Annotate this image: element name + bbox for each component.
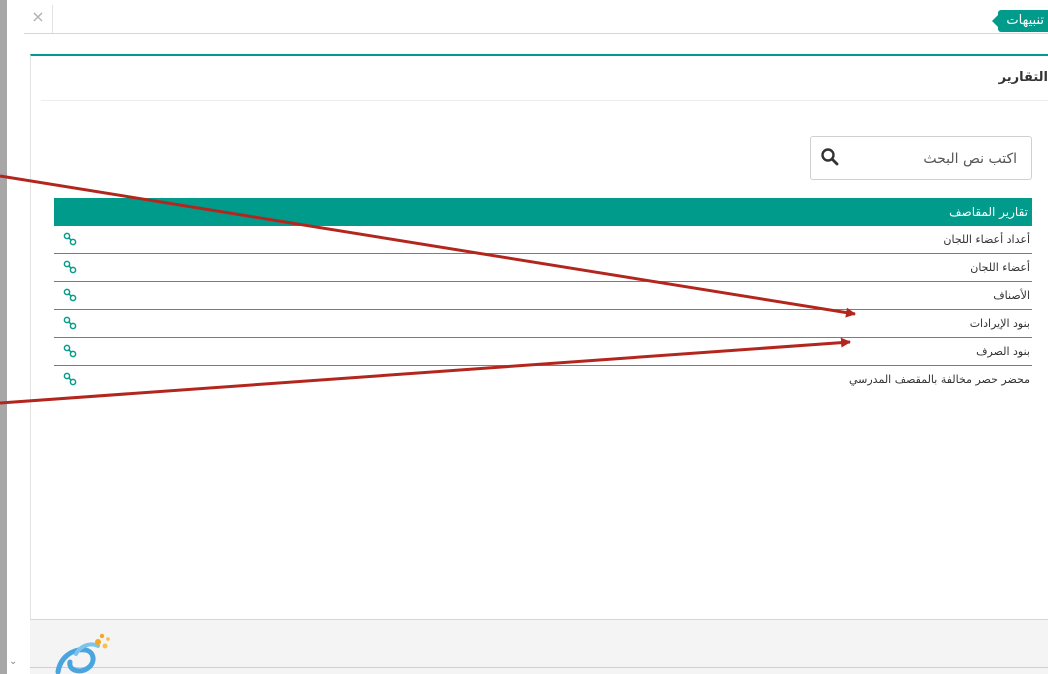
reports-table: تقارير المقاصف أعداد أعضاء اللجان أعضاء … bbox=[54, 198, 1032, 393]
row-label: أعضاء اللجان bbox=[970, 261, 1030, 274]
close-icon[interactable]: × bbox=[24, 5, 53, 33]
left-scroll-strip bbox=[0, 0, 7, 674]
link-icon[interactable] bbox=[63, 372, 77, 386]
app-logo bbox=[50, 632, 114, 674]
row-label: محضر حصر مخالفة بالمقصف المدرسي bbox=[848, 373, 1030, 386]
table-row[interactable]: بنود الصرف bbox=[54, 338, 1032, 366]
footer-divider bbox=[30, 667, 1048, 668]
link-icon[interactable] bbox=[63, 260, 77, 274]
link-icon[interactable] bbox=[63, 344, 77, 358]
link-icon[interactable] bbox=[63, 288, 77, 302]
alerts-tab[interactable]: تنبيهات bbox=[992, 10, 1048, 32]
reports-panel: التقارير تقارير المقاصف أعداد أعضاء اللج… bbox=[30, 54, 1048, 620]
table-row[interactable]: محضر حصر مخالفة بالمقصف المدرسي bbox=[54, 366, 1032, 393]
row-label: الأصناف bbox=[993, 289, 1030, 302]
search-input[interactable] bbox=[855, 145, 1019, 173]
top-divider bbox=[24, 33, 1048, 34]
footer-bar bbox=[30, 620, 1048, 674]
table-row[interactable]: بنود الإيرادات bbox=[54, 310, 1032, 338]
link-icon[interactable] bbox=[63, 232, 77, 246]
search-box bbox=[810, 136, 1032, 180]
search-icon[interactable] bbox=[820, 147, 840, 167]
page-title: التقارير bbox=[998, 70, 1048, 85]
chevron-down-icon[interactable]: ⌄ bbox=[9, 656, 17, 667]
table-header: تقارير المقاصف bbox=[54, 198, 1032, 226]
table-row[interactable]: الأصناف bbox=[54, 282, 1032, 310]
row-label: بنود الصرف bbox=[976, 345, 1030, 358]
row-label: أعداد أعضاء اللجان bbox=[943, 233, 1030, 246]
link-icon[interactable] bbox=[63, 316, 77, 330]
row-label: بنود الإيرادات bbox=[969, 317, 1030, 330]
table-row[interactable]: أعضاء اللجان bbox=[54, 254, 1032, 282]
table-row[interactable]: أعداد أعضاء اللجان bbox=[54, 226, 1032, 254]
title-divider bbox=[41, 100, 1048, 101]
